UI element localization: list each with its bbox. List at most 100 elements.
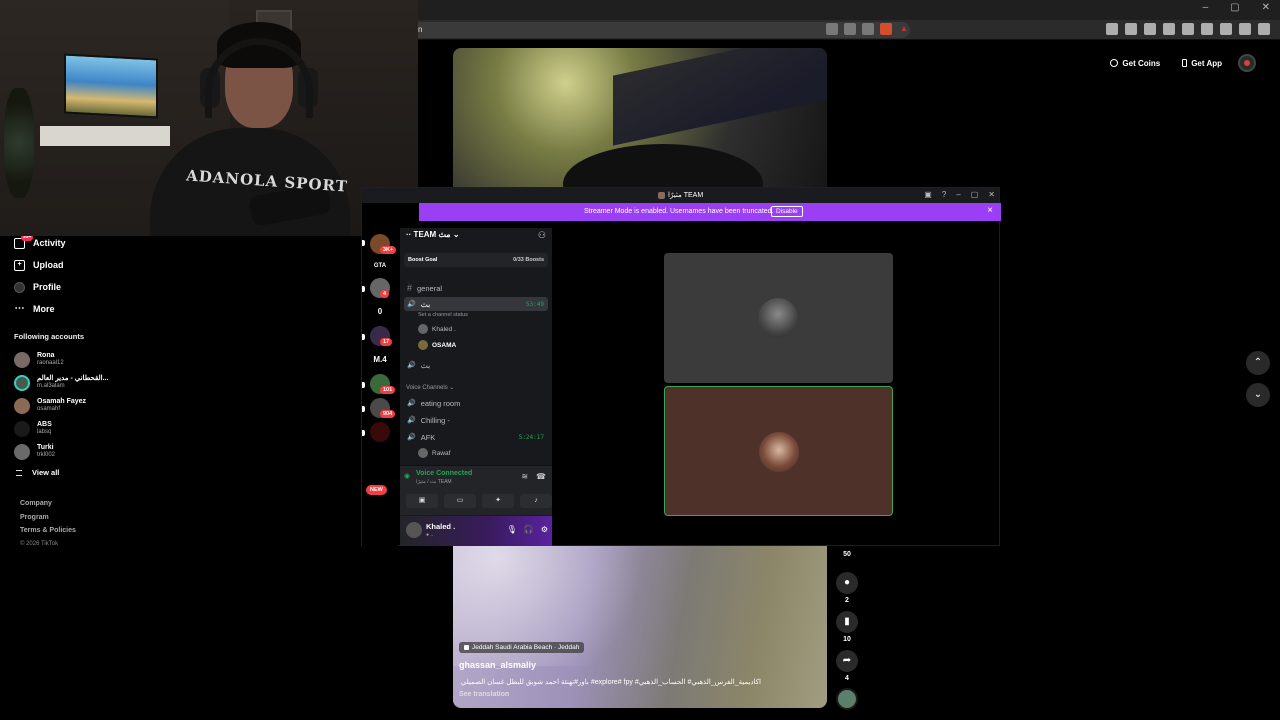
video-frame-shadow: [563, 144, 763, 188]
participant-tile-speaking[interactable]: [664, 386, 893, 516]
video-player-bottom[interactable]: Jeddah Saudi Arabia Beach · Jeddah ghass…: [453, 546, 827, 708]
vpn-icon[interactable]: [1239, 23, 1251, 35]
zoom-icon[interactable]: [826, 23, 838, 35]
footer-company-link[interactable]: Company: [20, 500, 76, 514]
headphones-icon[interactable]: 🎧: [524, 525, 534, 534]
gear-icon[interactable]: ⚙: [541, 525, 548, 534]
footer-terms-link[interactable]: Terms & Policies: [20, 527, 76, 541]
maximize-button[interactable]: ▢: [971, 190, 979, 199]
bookmark-action[interactable]: ▮ 10: [835, 611, 859, 643]
forward-icon[interactable]: ➦: [836, 650, 858, 672]
add-member-icon[interactable]: ⚇: [538, 230, 546, 241]
channel-voice-active[interactable]: 🔊 بث 53:49: [404, 297, 548, 311]
microphone-icon[interactable]: 🎙: [507, 525, 517, 534]
server-name-header[interactable]: ·· TEAM مث ⌄: [406, 230, 460, 239]
sidebar-item-profile[interactable]: Profile: [14, 276, 134, 298]
channel-chilling[interactable]: 🔊 Chilling -: [404, 413, 548, 427]
voice-connected-channel[interactable]: بث / مثيرًا TEAM: [416, 479, 452, 485]
activities-button[interactable]: ✦: [482, 494, 514, 508]
sidebar-icon[interactable]: [1182, 23, 1194, 35]
server-icon[interactable]: 101: [370, 374, 396, 394]
signal-icon[interactable]: ◉: [404, 472, 410, 480]
inbox-icon[interactable]: ▣: [924, 190, 932, 199]
sidebar-item-upload[interactable]: + Upload: [14, 254, 134, 276]
bookmark-icon[interactable]: ▮: [836, 611, 858, 633]
comment-icon[interactable]: ●: [836, 572, 858, 594]
comment-action[interactable]: ● 2: [835, 572, 859, 604]
screen-share-button[interactable]: ▭: [444, 494, 476, 508]
close-button[interactable]: ✕: [988, 190, 995, 199]
profile-avatar[interactable]: [1238, 54, 1256, 72]
soundboard-button[interactable]: ♪: [520, 494, 552, 508]
sound-avatar[interactable]: [836, 688, 858, 710]
brave-rewards-icon[interactable]: ▲: [898, 23, 910, 35]
menu-icon[interactable]: [1258, 23, 1270, 35]
voice-user[interactable]: Khaled .: [418, 324, 456, 334]
list-item[interactable]: Osamah Fayez osamahf: [14, 394, 144, 417]
server-icon[interactable]: 904: [370, 398, 396, 418]
close-icon[interactable]: ×: [987, 205, 993, 216]
sidebar-item-more[interactable]: ⋯ More: [14, 298, 134, 320]
list-item[interactable]: Turki trkl002: [14, 440, 144, 463]
help-icon[interactable]: ?: [942, 190, 946, 199]
view-all-link[interactable]: View all: [16, 468, 59, 477]
footer-program-link[interactable]: Program: [20, 514, 76, 528]
channel-afk[interactable]: 🔊 AFK 5:24:17: [404, 430, 548, 444]
footer-links: Company Program Terms & Policies © 2026 …: [20, 500, 76, 554]
video-username[interactable]: ghassan_alsmaliy: [459, 660, 536, 670]
extension-icon[interactable]: [1106, 23, 1118, 35]
channel-voice-second[interactable]: 🔊 بث: [404, 358, 548, 372]
puzzle-icon[interactable]: [1125, 23, 1137, 35]
previous-video-button[interactable]: ⌃: [1246, 351, 1270, 375]
leo-icon[interactable]: [1220, 23, 1232, 35]
avatar[interactable]: [406, 522, 422, 538]
brave-shield-icon[interactable]: [880, 23, 892, 35]
video-player-top[interactable]: [453, 48, 827, 188]
wallet-icon[interactable]: [1201, 23, 1213, 35]
server-icon[interactable]: 4: [370, 278, 390, 298]
voice-connected-label[interactable]: Voice Connected: [416, 470, 472, 477]
maximize-button[interactable]: ▢: [1230, 2, 1239, 13]
server-icon[interactable]: M.4: [370, 350, 390, 370]
cast-icon[interactable]: [844, 23, 856, 35]
list-item[interactable]: القحطاني - مدير العالم... m.al3alam: [14, 371, 144, 394]
webcam-tv: [64, 53, 158, 119]
close-button[interactable]: ✕: [1262, 2, 1270, 13]
category-voice-channels[interactable]: Voice Channels ⌄: [406, 384, 454, 391]
get-app-button[interactable]: Get App: [1176, 55, 1228, 72]
downloads-icon[interactable]: [1144, 23, 1156, 35]
next-video-button[interactable]: ⌄: [1246, 383, 1270, 407]
disable-button[interactable]: Disable: [771, 206, 803, 217]
forward-action[interactable]: ➦ 4: [835, 650, 859, 682]
set-channel-status[interactable]: Set a channel status: [418, 312, 468, 318]
list-item[interactable]: ABS labsq: [14, 417, 144, 440]
get-coins-button[interactable]: Get Coins: [1104, 55, 1166, 72]
minimize-button[interactable]: –: [1203, 2, 1209, 13]
channel-eating-room[interactable]: 🔊 eating room: [404, 396, 548, 410]
webcam-shelf: [40, 126, 170, 146]
voice-user[interactable]: Rawaf: [418, 448, 450, 458]
avatar: [418, 448, 428, 458]
voice-user[interactable]: OSAMA: [418, 340, 456, 350]
disconnect-icon[interactable]: ☎: [536, 472, 546, 481]
list-item[interactable]: Rona raonaal12: [14, 348, 144, 371]
noise-suppression-icon[interactable]: ≋: [521, 472, 528, 481]
location-badge[interactable]: Jeddah Saudi Arabia Beach · Jeddah: [459, 642, 585, 653]
server-icon[interactable]: [370, 422, 390, 442]
server-icon[interactable]: 17: [370, 326, 393, 346]
music-disc[interactable]: [835, 688, 859, 710]
server-icon[interactable]: 0: [370, 302, 390, 322]
camera-button[interactable]: ▣: [406, 494, 438, 508]
music-icon[interactable]: [1163, 23, 1175, 35]
channel-general[interactable]: # general: [404, 281, 548, 295]
minimize-button[interactable]: –: [956, 190, 960, 199]
boost-goal-bar[interactable]: Boost Goal 0/33 Boosts: [404, 253, 548, 267]
see-translation-link[interactable]: See translation: [459, 691, 509, 698]
share-count-group: 50: [835, 548, 859, 558]
user-name[interactable]: Khaled .: [426, 522, 455, 531]
server-icon[interactable]: 3K+: [370, 234, 397, 254]
participant-tile[interactable]: [664, 253, 893, 383]
share-icon[interactable]: [862, 23, 874, 35]
server-icon[interactable]: GTA: [370, 256, 390, 276]
new-badge[interactable]: NEW: [366, 485, 387, 495]
